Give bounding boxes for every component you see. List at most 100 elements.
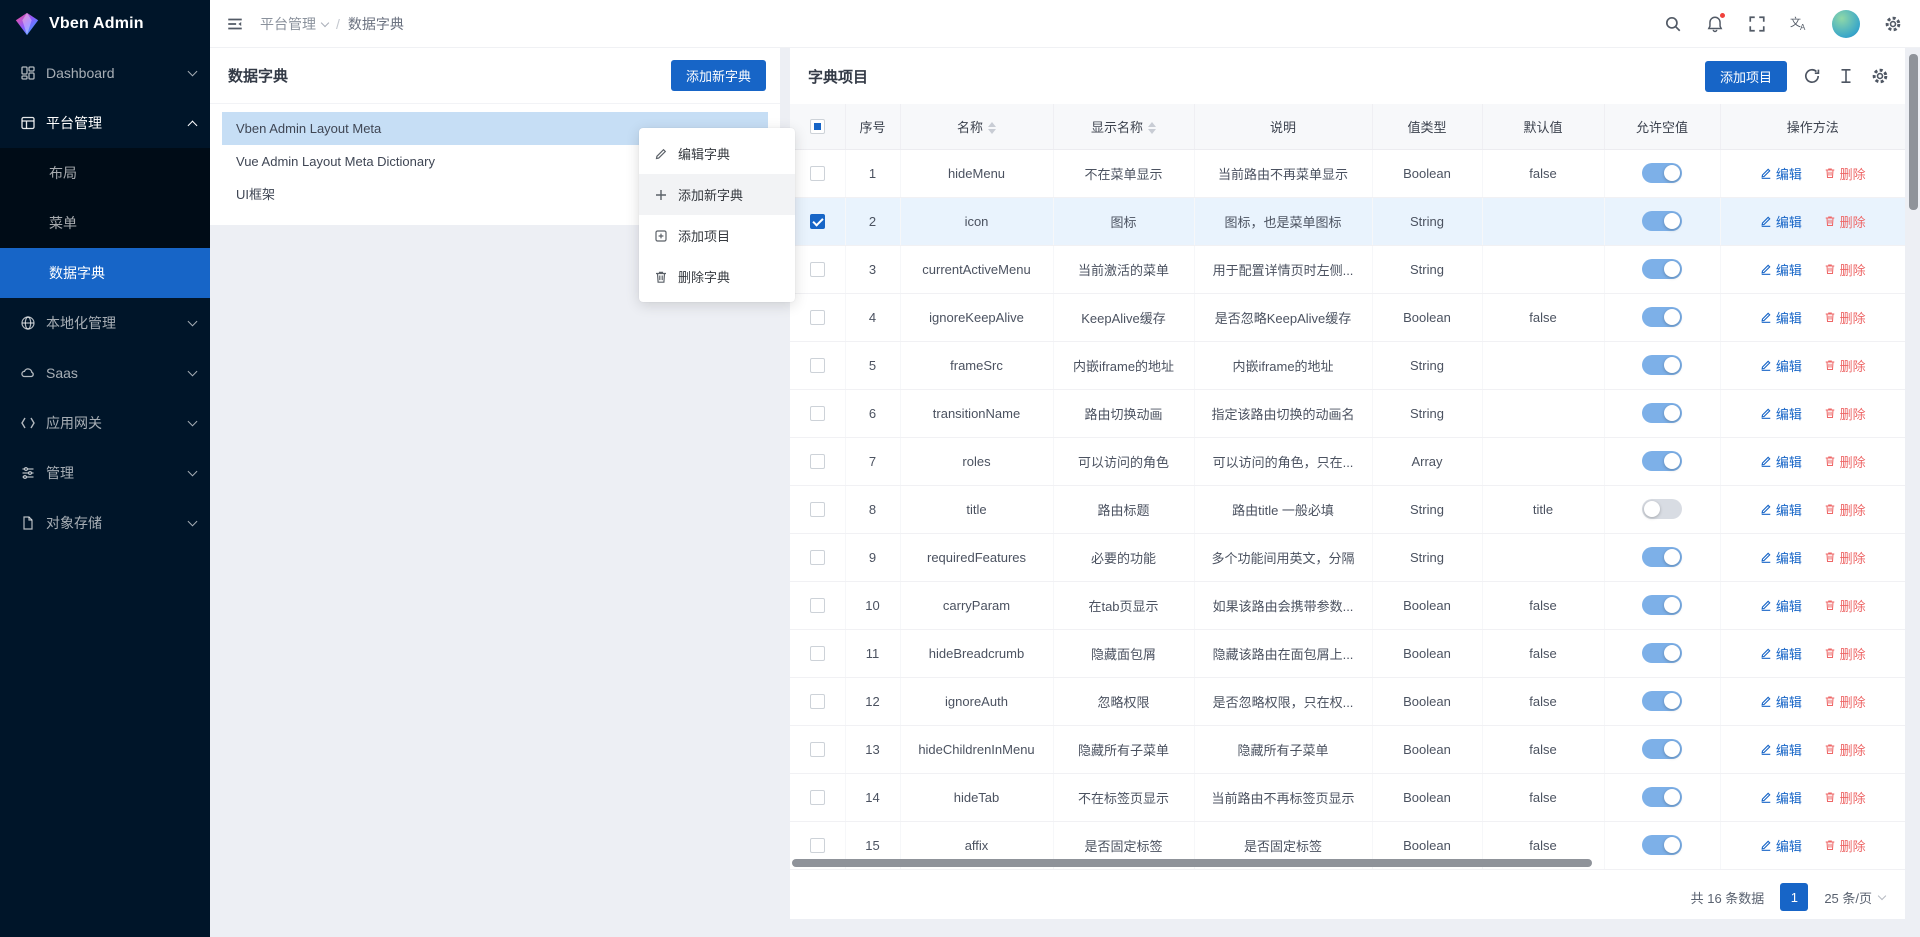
sidebar-item-data-dictionary[interactable]: 数据字典 [0, 248, 210, 298]
add-dictionary-button[interactable]: 添加新字典 [671, 60, 766, 91]
edit-row-button[interactable]: 编辑 [1760, 260, 1802, 279]
row-checkbox[interactable] [810, 838, 825, 853]
allow-null-toggle[interactable] [1642, 835, 1682, 855]
allow-null-toggle[interactable] [1642, 259, 1682, 279]
context-menu-add-dictionary[interactable]: 添加新字典 [639, 174, 795, 215]
context-menu-delete-dictionary[interactable]: 删除字典 [639, 256, 795, 297]
breadcrumb-section[interactable]: 平台管理 [260, 14, 328, 34]
sidebar-collapse-icon[interactable] [226, 15, 244, 33]
delete-row-button[interactable]: 删除 [1824, 164, 1866, 183]
delete-row-button[interactable]: 删除 [1824, 356, 1866, 375]
row-checkbox[interactable] [810, 406, 825, 421]
edit-row-button[interactable]: 编辑 [1760, 164, 1802, 183]
delete-row-button[interactable]: 删除 [1824, 452, 1866, 471]
table-settings-gear-icon[interactable] [1871, 67, 1889, 85]
refresh-icon[interactable] [1803, 67, 1821, 85]
sort-icons[interactable] [1148, 122, 1156, 134]
edit-row-button[interactable]: 编辑 [1760, 644, 1802, 663]
row-checkbox[interactable] [810, 742, 825, 757]
sidebar-item-management[interactable]: 管理 [0, 448, 210, 498]
allow-null-toggle[interactable] [1642, 451, 1682, 471]
delete-row-button[interactable]: 删除 [1824, 644, 1866, 663]
sidebar-item-gateway[interactable]: 应用网关 [0, 398, 210, 448]
delete-row-button[interactable]: 删除 [1824, 500, 1866, 519]
add-item-button[interactable]: 添加项目 [1705, 61, 1787, 92]
delete-row-button[interactable]: 删除 [1824, 212, 1866, 231]
sidebar-item-dashboard[interactable]: Dashboard [0, 48, 210, 98]
row-checkbox[interactable] [810, 790, 825, 805]
sort-icons[interactable] [988, 122, 996, 134]
settings-gear-icon[interactable] [1884, 15, 1902, 33]
sidebar-item-saas[interactable]: Saas [0, 348, 210, 398]
context-menu-edit-dictionary[interactable]: 编辑字典 [639, 133, 795, 174]
edit-row-button[interactable]: 编辑 [1760, 308, 1802, 327]
cell-value-type: String [1372, 533, 1482, 581]
delete-row-button[interactable]: 删除 [1824, 836, 1866, 855]
edit-row-button[interactable]: 编辑 [1760, 404, 1802, 423]
sidebar-item-layout[interactable]: 布局 [0, 148, 210, 198]
sidebar-item-menu[interactable]: 菜单 [0, 198, 210, 248]
row-checkbox[interactable] [810, 358, 825, 373]
allow-null-toggle[interactable] [1642, 691, 1682, 711]
pagination-page-1[interactable]: 1 [1780, 883, 1808, 911]
row-checkbox[interactable] [810, 550, 825, 565]
allow-null-toggle[interactable] [1642, 211, 1682, 231]
sidebar-item-localization[interactable]: 本地化管理 [0, 298, 210, 348]
delete-row-button[interactable]: 删除 [1824, 596, 1866, 615]
row-checkbox[interactable] [810, 214, 825, 229]
search-icon[interactable] [1664, 15, 1682, 33]
delete-row-button[interactable]: 删除 [1824, 548, 1866, 567]
allow-null-toggle[interactable] [1642, 163, 1682, 183]
edit-row-button[interactable]: 编辑 [1760, 212, 1802, 231]
delete-row-button[interactable]: 删除 [1824, 692, 1866, 711]
row-checkbox[interactable] [810, 454, 825, 469]
allow-null-toggle[interactable] [1642, 499, 1682, 519]
allow-null-toggle[interactable] [1642, 403, 1682, 423]
row-checkbox[interactable] [810, 694, 825, 709]
row-height-icon[interactable] [1837, 67, 1855, 85]
user-avatar[interactable] [1832, 10, 1860, 38]
language-icon[interactable]: 文A [1790, 15, 1808, 33]
row-checkbox[interactable] [810, 310, 825, 325]
edit-row-button[interactable]: 编辑 [1760, 548, 1802, 567]
row-checkbox[interactable] [810, 502, 825, 517]
breadcrumb-current[interactable]: 数据字典 [348, 14, 404, 34]
row-checkbox[interactable] [810, 598, 825, 613]
sidebar-item-object-storage[interactable]: 对象存储 [0, 498, 210, 548]
edit-row-button[interactable]: 编辑 [1760, 836, 1802, 855]
col-name[interactable]: 名称 [900, 104, 1053, 149]
edit-row-button[interactable]: 编辑 [1760, 356, 1802, 375]
delete-row-button[interactable]: 删除 [1824, 788, 1866, 807]
allow-null-toggle[interactable] [1642, 595, 1682, 615]
row-checkbox[interactable] [810, 166, 825, 181]
allow-null-toggle[interactable] [1642, 739, 1682, 759]
col-display-name[interactable]: 显示名称 [1053, 104, 1194, 149]
allow-null-toggle[interactable] [1642, 355, 1682, 375]
select-all-checkbox[interactable] [810, 119, 825, 134]
notification-bell-icon[interactable] [1706, 15, 1724, 33]
app-logo[interactable]: Vben Admin [0, 0, 210, 48]
delete-row-button[interactable]: 删除 [1824, 260, 1866, 279]
fullscreen-icon[interactable] [1748, 15, 1766, 33]
allow-null-toggle[interactable] [1642, 643, 1682, 663]
horizontal-scrollbar-thumb[interactable] [792, 859, 1592, 867]
edit-row-button[interactable]: 编辑 [1760, 692, 1802, 711]
edit-row-button[interactable]: 编辑 [1760, 788, 1802, 807]
edit-row-button[interactable]: 编辑 [1760, 596, 1802, 615]
allow-null-toggle[interactable] [1642, 307, 1682, 327]
row-checkbox[interactable] [810, 646, 825, 661]
page-size-select[interactable]: 25 条/页 [1824, 888, 1885, 907]
row-checkbox[interactable] [810, 262, 825, 277]
allow-null-toggle[interactable] [1642, 547, 1682, 567]
edit-row-button[interactable]: 编辑 [1760, 500, 1802, 519]
sidebar-item-platform[interactable]: 平台管理 [0, 98, 210, 148]
allow-null-toggle[interactable] [1642, 787, 1682, 807]
context-menu-add-item[interactable]: 添加项目 [639, 215, 795, 256]
sidebar-item-label: 管理 [46, 463, 74, 483]
delete-row-button[interactable]: 删除 [1824, 740, 1866, 759]
edit-row-button[interactable]: 编辑 [1760, 452, 1802, 471]
edit-row-button[interactable]: 编辑 [1760, 740, 1802, 759]
vertical-scrollbar-thumb[interactable] [1909, 54, 1918, 210]
delete-row-button[interactable]: 删除 [1824, 308, 1866, 327]
delete-row-button[interactable]: 删除 [1824, 404, 1866, 423]
